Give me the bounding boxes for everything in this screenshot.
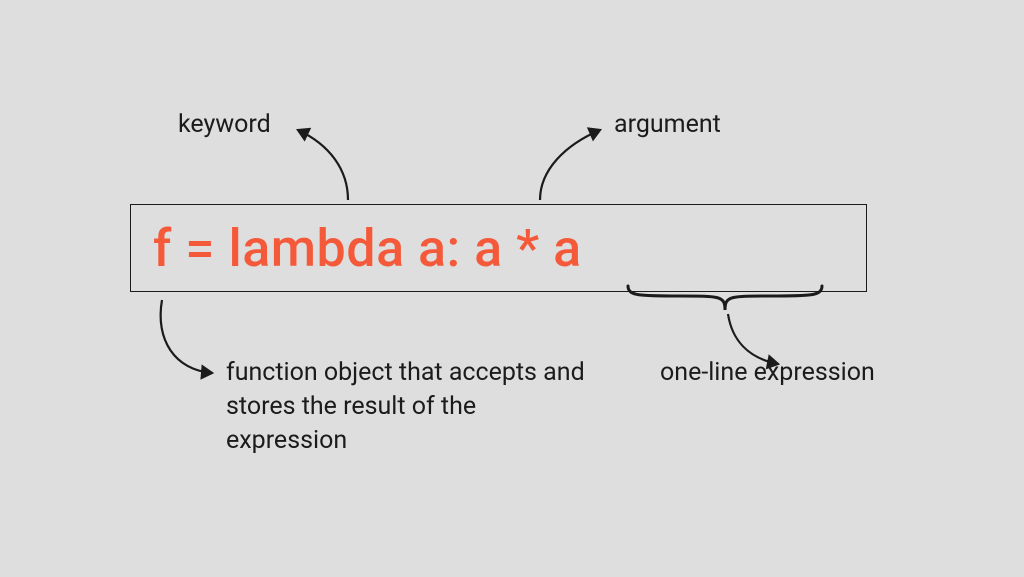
arrow-function-object [161,300,212,373]
lambda-code: f = lambda a: a * a [153,218,582,279]
label-function-object: function object that accepts and stores … [226,356,596,457]
label-keyword: keyword [178,108,271,142]
arrow-argument [540,130,600,200]
label-one-line-expression: one-line expression [660,356,875,390]
diagram-stage: f = lambda a: a * a keyword argument fun… [0,0,1024,577]
arrow-keyword [298,130,348,200]
label-argument: argument [614,108,721,142]
code-box: f = lambda a: a * a [130,204,867,292]
